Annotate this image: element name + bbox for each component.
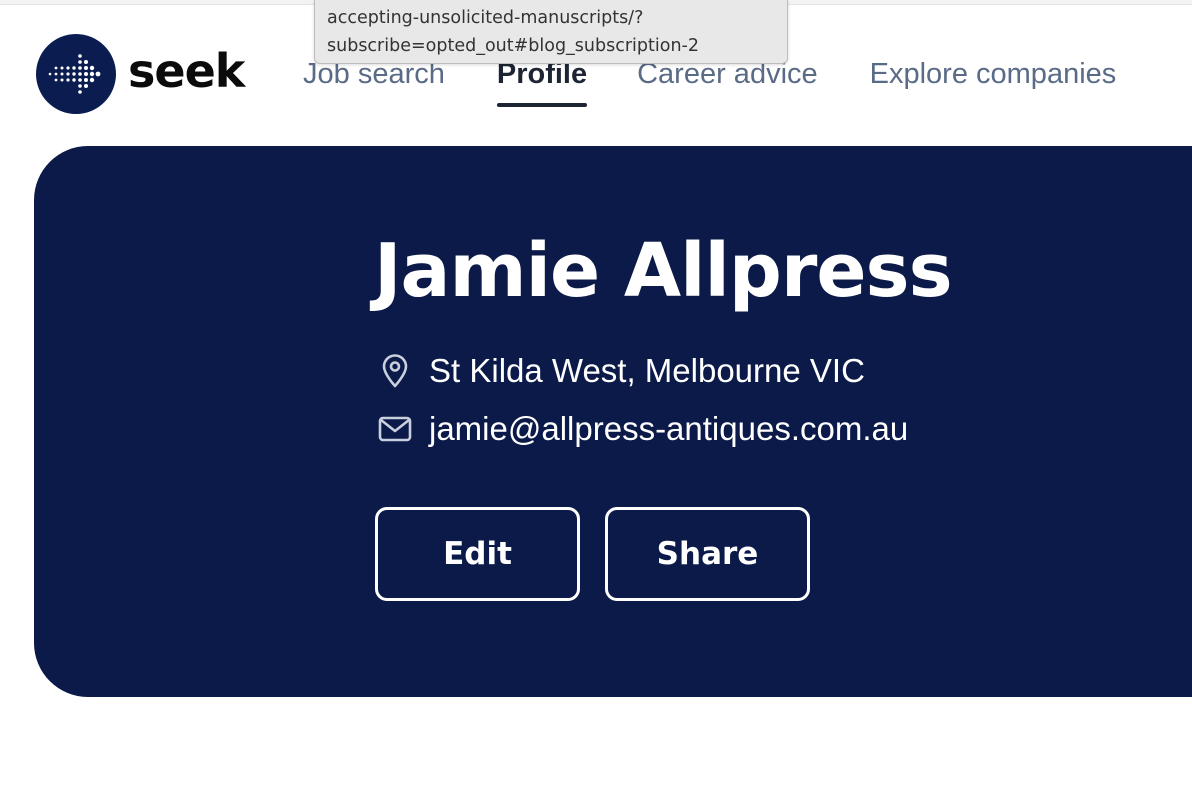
seek-logo[interactable]: seek xyxy=(36,33,246,115)
profile-name: Jamie Allpress xyxy=(374,228,953,314)
seek-wordmark: seek xyxy=(128,44,245,98)
share-profile-button[interactable]: Share xyxy=(605,507,810,601)
profile-email: jamie@allpress-antiques.com.au xyxy=(378,410,908,448)
profile-location: St Kilda West, Melbourne VIC xyxy=(378,352,865,390)
map-pin-icon xyxy=(378,354,412,388)
edit-profile-button[interactable]: Edit xyxy=(375,507,580,601)
link-url-tooltip: accepting-unsolicited-manuscripts/? subs… xyxy=(314,0,788,64)
seek-logo-icon xyxy=(36,34,116,114)
page: seek Job search Profile Career advice Ex… xyxy=(0,0,1192,802)
envelope-icon xyxy=(378,412,412,446)
tooltip-line-1: accepting-unsolicited-manuscripts/? xyxy=(327,8,644,28)
email-text[interactable]: jamie@allpress-antiques.com.au xyxy=(429,410,908,448)
nav-explore-companies[interactable]: Explore companies xyxy=(870,52,1117,96)
location-text: St Kilda West, Melbourne VIC xyxy=(429,352,865,389)
tooltip-line-2: subscribe=opted_out#blog_subscription-2 xyxy=(327,36,700,56)
